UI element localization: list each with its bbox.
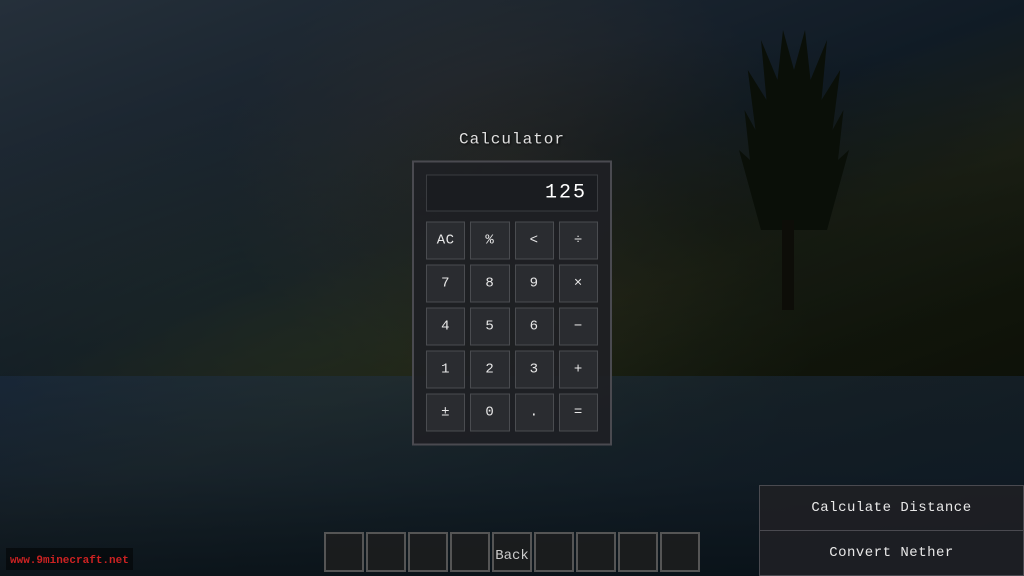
btn-equals[interactable]: = (559, 394, 598, 432)
btn-5[interactable]: 5 (470, 308, 509, 346)
btn-decimal[interactable]: . (515, 394, 554, 432)
btn-divide[interactable]: ÷ (559, 222, 598, 260)
btn-8[interactable]: 8 (470, 265, 509, 303)
btn-2[interactable]: 2 (470, 351, 509, 389)
btn-percent[interactable]: % (470, 222, 509, 260)
calculate-distance-button[interactable]: Calculate Distance (759, 485, 1024, 530)
hotbar-slot-9 (660, 532, 700, 572)
hotbar-slot-8 (618, 532, 658, 572)
watermark: www.9minecraft.net (6, 548, 133, 570)
btn-9[interactable]: 9 (515, 265, 554, 303)
btn-6[interactable]: 6 (515, 308, 554, 346)
watermark-text: www.9minecraft.net (10, 555, 129, 567)
calculator-container: Calculator 125 AC % < ÷ 7 8 9 × 4 5 6 − … (412, 131, 612, 446)
hotbar-slot-6 (534, 532, 574, 572)
calculator-buttons: AC % < ÷ 7 8 9 × 4 5 6 − 1 2 3 + ± 0 . = (426, 222, 598, 432)
back-button[interactable]: Back (495, 548, 529, 564)
calculator-panel: 125 AC % < ÷ 7 8 9 × 4 5 6 − 1 2 3 + ± 0… (412, 161, 612, 446)
calculator-title: Calculator (459, 131, 565, 149)
btn-3[interactable]: 3 (515, 351, 554, 389)
hotbar-slot-4 (450, 532, 490, 572)
calculator-display: 125 (426, 175, 598, 212)
tree-crown (739, 30, 849, 230)
btn-multiply[interactable]: × (559, 265, 598, 303)
convert-nether-button[interactable]: Convert Nether (759, 530, 1024, 576)
btn-7[interactable]: 7 (426, 265, 465, 303)
btn-1[interactable]: 1 (426, 351, 465, 389)
hotbar-slot-1 (324, 532, 364, 572)
hotbar-slot-3 (408, 532, 448, 572)
btn-backspace[interactable]: < (515, 222, 554, 260)
btn-0[interactable]: 0 (470, 394, 509, 432)
btn-negate[interactable]: ± (426, 394, 465, 432)
side-buttons-panel: Calculate Distance Convert Nether (759, 485, 1024, 576)
btn-4[interactable]: 4 (426, 308, 465, 346)
btn-ac[interactable]: AC (426, 222, 465, 260)
hotbar-slot-2 (366, 532, 406, 572)
btn-subtract[interactable]: − (559, 308, 598, 346)
btn-add[interactable]: + (559, 351, 598, 389)
hotbar-slot-7 (576, 532, 616, 572)
tree-silhouette (734, 30, 854, 310)
tree-trunk (782, 220, 794, 310)
